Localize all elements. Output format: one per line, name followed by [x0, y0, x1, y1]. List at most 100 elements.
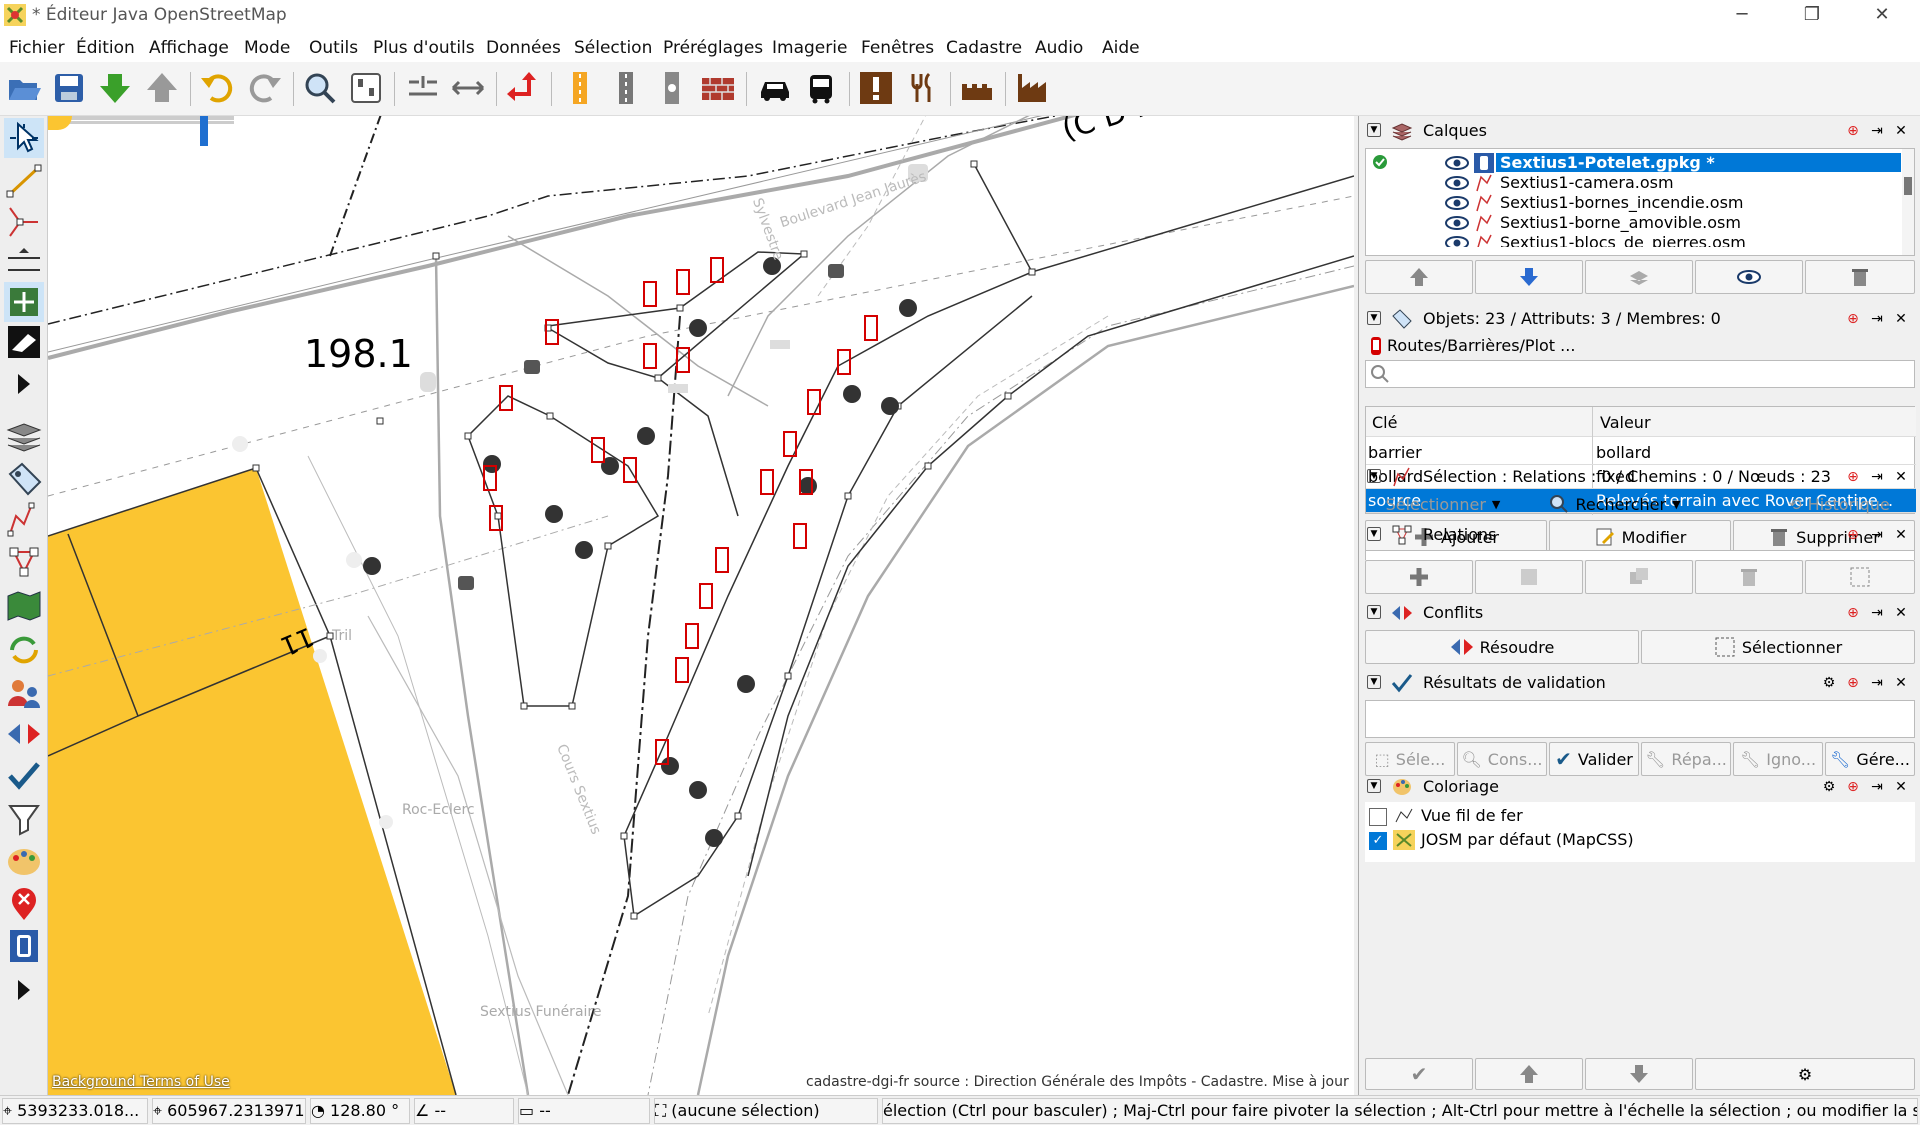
- map-view[interactable]: 198.1 (C D n° 11 Boulevard Jean Jaurès S…: [48, 116, 1354, 1095]
- close-panel-icon[interactable]: ✕: [1891, 467, 1911, 487]
- select-tool-icon[interactable]: [4, 118, 44, 158]
- detach-icon[interactable]: ⇥: [1867, 673, 1887, 693]
- preset-link[interactable]: Routes/Barrières/Plot ...: [1365, 334, 1915, 358]
- dropdown-arrow-icon[interactable]: ▼: [1672, 498, 1680, 511]
- wireframe-checkbox[interactable]: [1369, 808, 1387, 826]
- menu-mode[interactable]: Mode: [244, 38, 290, 58]
- menu-plus-outils[interactable]: Plus d'outils: [373, 38, 475, 58]
- detach-icon[interactable]: ⇥: [1867, 121, 1887, 141]
- improve-way-icon[interactable]: [4, 202, 44, 242]
- layer-row[interactable]: Sextius1-blocs_de_pierres.osm: [1366, 231, 1901, 247]
- menu-imagerie[interactable]: Imagerie: [772, 38, 847, 58]
- layers-toggle-icon[interactable]: [4, 416, 44, 456]
- select-relation-members-button[interactable]: [1805, 560, 1915, 594]
- maximize-button[interactable]: ❐: [1782, 0, 1842, 30]
- more-tools-icon[interactable]: [4, 364, 44, 404]
- menu-outils[interactable]: Outils: [309, 38, 358, 58]
- layer-list-scrollbar[interactable]: [1902, 149, 1914, 255]
- menu-edition[interactable]: Édition: [76, 38, 135, 58]
- style-settings-button[interactable]: ⚙: [1695, 1058, 1915, 1090]
- track-preset-icon[interactable]: [608, 70, 644, 106]
- bus-preset-icon[interactable]: [803, 70, 839, 106]
- path-preset-icon[interactable]: [654, 70, 690, 106]
- validation-fix-button[interactable]: 🔧︎ Répa...: [1641, 742, 1731, 776]
- detach-icon[interactable]: ⇥: [1867, 467, 1887, 487]
- close-panel-icon[interactable]: ✕: [1891, 525, 1911, 545]
- resolve-conflict-button[interactable]: Résoudre: [1365, 630, 1639, 664]
- author-icon[interactable]: [4, 672, 44, 712]
- undo-icon[interactable]: [199, 70, 235, 106]
- reverse-way-icon[interactable]: [505, 70, 541, 106]
- history-button[interactable]: ⟲ Historique: [1769, 492, 1909, 516]
- duplicate-relation-button[interactable]: [1585, 560, 1693, 594]
- preferences-icon[interactable]: [348, 70, 384, 106]
- delete-tool-icon[interactable]: [4, 322, 44, 362]
- visibility-eye-icon[interactable]: [1444, 175, 1470, 191]
- menu-donnees[interactable]: Données: [486, 38, 561, 58]
- map-paint-icon[interactable]: [4, 586, 44, 626]
- delete-layer-button[interactable]: [1805, 260, 1915, 294]
- delete-relation-button[interactable]: [1695, 560, 1803, 594]
- validation-select-button[interactable]: ⬚ Séle...: [1365, 742, 1455, 776]
- josm-default-checkbox[interactable]: ✓: [1369, 832, 1387, 850]
- preferences-icon[interactable]: ⚙: [1819, 777, 1839, 797]
- combine-way-icon[interactable]: [405, 70, 441, 106]
- castle-preset-icon[interactable]: [959, 70, 995, 106]
- merge-layer-button[interactable]: [1585, 260, 1693, 294]
- road-preset-icon[interactable]: [562, 70, 598, 106]
- help-icon[interactable]: ⊕: [1843, 673, 1863, 693]
- detach-icon[interactable]: ⇥: [1867, 603, 1887, 623]
- industrial-preset-icon[interactable]: [1015, 70, 1051, 106]
- move-layer-up-button[interactable]: [1365, 260, 1473, 294]
- collapse-icon[interactable]: ▼: [1367, 675, 1381, 689]
- parallel-way-icon[interactable]: [4, 242, 44, 282]
- toggle-visibility-button[interactable]: [1695, 260, 1803, 294]
- help-icon[interactable]: ⊕: [1843, 121, 1863, 141]
- collapse-icon[interactable]: ▼: [1367, 779, 1381, 793]
- visibility-eye-icon[interactable]: [1444, 195, 1470, 211]
- expand-icon[interactable]: [4, 970, 44, 1010]
- collapse-icon[interactable]: ▼: [1367, 469, 1381, 483]
- help-icon[interactable]: ⊕: [1843, 467, 1863, 487]
- restaurant-preset-icon[interactable]: [904, 70, 940, 106]
- save-icon[interactable]: [51, 70, 87, 106]
- extrude-icon[interactable]: [4, 282, 44, 322]
- menu-aide[interactable]: Aide: [1102, 38, 1140, 58]
- select-button[interactable]: Sélectionner ▼: [1373, 492, 1513, 516]
- visibility-eye-icon[interactable]: [1444, 235, 1470, 247]
- open-file-icon[interactable]: [6, 70, 42, 106]
- activate-style-button[interactable]: ✔: [1365, 1058, 1473, 1090]
- tag-filter-input[interactable]: [1365, 360, 1915, 388]
- close-panel-icon[interactable]: ✕: [1891, 777, 1911, 797]
- visibility-eye-icon[interactable]: [1444, 155, 1470, 171]
- validation-ignore-button[interactable]: 🔧︎ Igno...: [1733, 742, 1823, 776]
- map-style-icon[interactable]: [4, 842, 44, 882]
- close-panel-icon[interactable]: ✕: [1891, 603, 1911, 623]
- menu-fenetres[interactable]: Fenêtres: [861, 38, 934, 58]
- notes-icon[interactable]: [4, 884, 44, 924]
- select-conflict-button[interactable]: Sélectionner: [1641, 630, 1915, 664]
- search-button[interactable]: Rechercher ▼: [1535, 492, 1695, 516]
- validation-lookup-button[interactable]: 🔍︎ Cons...: [1457, 742, 1547, 776]
- detach-icon[interactable]: ⇥: [1867, 777, 1887, 797]
- validation-results-list[interactable]: [1365, 700, 1915, 738]
- conflict-toggle-icon[interactable]: [4, 714, 44, 754]
- redo-icon[interactable]: [247, 70, 283, 106]
- validation-toggle-icon[interactable]: [4, 756, 44, 796]
- detach-icon[interactable]: ⇥: [1867, 525, 1887, 545]
- menu-fichier[interactable]: Fichier: [9, 38, 65, 58]
- new-relation-button[interactable]: [1365, 560, 1473, 594]
- detach-icon[interactable]: ⇥: [1867, 309, 1887, 329]
- close-window-button[interactable]: ✕: [1852, 0, 1912, 30]
- validate-button[interactable]: ✔ Valider: [1549, 742, 1639, 776]
- download-icon[interactable]: [97, 70, 133, 106]
- split-way-icon[interactable]: [450, 70, 486, 106]
- help-icon[interactable]: ⊕: [1843, 777, 1863, 797]
- attention-preset-icon[interactable]: [858, 70, 894, 106]
- car-preset-icon[interactable]: [757, 70, 793, 106]
- close-panel-icon[interactable]: ✕: [1891, 121, 1911, 141]
- menu-selection[interactable]: Sélection: [574, 38, 652, 58]
- help-icon[interactable]: ⊕: [1843, 525, 1863, 545]
- visibility-eye-icon[interactable]: [1444, 215, 1470, 231]
- collapse-icon[interactable]: ▼: [1367, 527, 1381, 541]
